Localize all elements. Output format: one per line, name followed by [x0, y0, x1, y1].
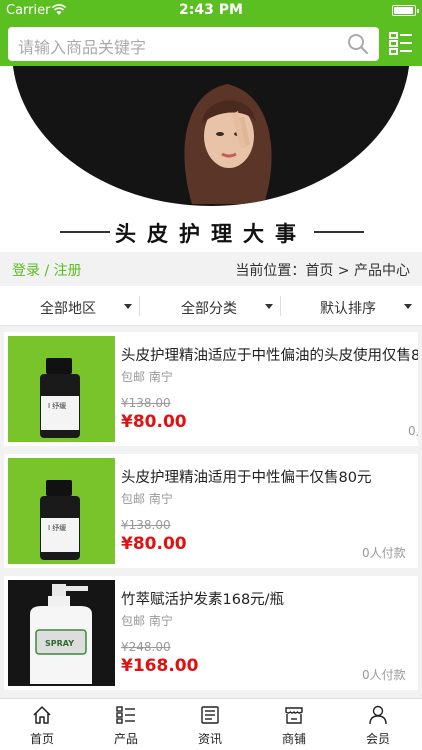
hero-banner[interactable]: 头皮护理大事 — [0, 66, 422, 252]
bottom-tab-bar: 首页 产品 资讯 商铺 会员 — [0, 698, 422, 750]
bottle-label: I 纾缓 — [48, 401, 66, 410]
product-card[interactable]: I 纾缓 头皮护理精油适应于中性偏油的头皮使用仅售80元 包邮 南宁 ¥138.… — [4, 332, 418, 446]
product-card[interactable]: I 纾缓 头皮护理精油适用于中性偏干仅售80元 包邮 南宁 ¥138.00 ¥8… — [4, 454, 418, 568]
banner-image — [12, 66, 410, 206]
user-icon — [369, 705, 387, 725]
product-image[interactable]: I 纾缓 — [8, 336, 115, 442]
product-name[interactable]: 头皮护理精油适应于中性偏油的头皮使用仅售80元 — [121, 344, 418, 365]
banner-title: 头皮护理大事 — [115, 222, 307, 246]
product-location: 包邮 南宁 — [121, 370, 173, 384]
filter-sort-label: 默认排序 — [320, 301, 376, 317]
product-name[interactable]: 头皮护理精油适用于中性偏干仅售80元 — [121, 466, 371, 487]
sold-count: 0人付款 — [408, 424, 418, 438]
sold-count: 0人付款 — [362, 668, 406, 682]
bottle-label: I 纾缓 — [48, 523, 66, 532]
conditioner-bottle-icon: SPRAY — [30, 584, 92, 684]
sale-price: ¥80.00 — [121, 412, 187, 432]
sale-price: ¥168.00 — [121, 656, 199, 676]
model-portrait — [184, 84, 272, 204]
chevron-down-icon — [124, 304, 132, 309]
original-price: ¥138.00 — [121, 518, 171, 532]
tab-stores[interactable]: 商铺 — [252, 699, 336, 750]
status-bar: Carrier 2:43 PM — [0, 0, 422, 22]
oil-bottle-icon: I 纾缓 — [40, 358, 80, 438]
bottle-label: SPRAY — [45, 639, 74, 648]
sold-count: 0人付款 — [362, 546, 406, 560]
search-placeholder: 请输入商品关键字 — [18, 38, 147, 57]
clock: 2:43 PM — [179, 2, 243, 18]
filter-category-label: 全部分类 — [181, 301, 237, 317]
tab-products[interactable]: 产品 — [84, 699, 168, 750]
store-icon — [285, 707, 303, 724]
product-image[interactable]: I 纾缓 — [8, 458, 115, 564]
tab-home-label: 首页 — [29, 732, 54, 746]
tab-home[interactable]: 首页 — [0, 699, 84, 750]
tab-stores-label: 商铺 — [281, 732, 306, 746]
filter-category[interactable]: 全部分类 — [141, 286, 281, 326]
title-rule-right — [314, 231, 364, 233]
home-icon — [33, 706, 51, 724]
product-location: 包邮 南宁 — [121, 614, 173, 628]
category-menu-icon[interactable] — [389, 31, 413, 55]
battery-icon — [392, 5, 419, 16]
original-price: ¥138.00 — [121, 396, 171, 410]
chevron-down-icon — [404, 304, 412, 309]
product-location: 包邮 南宁 — [121, 492, 173, 506]
tab-products-label: 产品 — [113, 732, 138, 746]
login-breadcrumb-bar: 登录 / 注册 当前位置：首页 > 产品中心 — [0, 252, 422, 286]
search-input[interactable]: 请输入商品关键字 — [8, 27, 379, 61]
search-icon[interactable] — [347, 33, 369, 55]
filter-sort[interactable]: 默认排序 — [282, 286, 422, 326]
tab-member[interactable]: 会员 — [336, 699, 420, 750]
product-card[interactable]: SPRAY 竹萃赋活护发素168元/瓶 包邮 南宁 ¥248.00 ¥168.0… — [4, 576, 418, 690]
product-name[interactable]: 竹萃赋活护发素168元/瓶 — [121, 588, 284, 609]
breadcrumb[interactable]: 当前位置：首页 > 产品中心 — [235, 260, 410, 280]
tab-member-label: 会员 — [365, 732, 390, 746]
filter-region-label: 全部地区 — [40, 301, 96, 317]
news-icon — [201, 706, 219, 724]
product-image[interactable]: SPRAY — [8, 580, 115, 686]
oil-bottle-icon: I 纾缓 — [40, 480, 80, 560]
filter-region[interactable]: 全部地区 — [0, 286, 140, 326]
login-register-link[interactable]: 登录 / 注册 — [12, 260, 82, 280]
original-price: ¥248.00 — [121, 640, 171, 654]
chevron-down-icon — [265, 304, 273, 309]
filter-bar: 全部地区 全部分类 默认排序 — [0, 286, 422, 326]
tab-news[interactable]: 资讯 — [168, 699, 252, 750]
sale-price: ¥80.00 — [121, 534, 187, 554]
grid-icon — [116, 706, 135, 724]
tab-news-label: 资讯 — [197, 732, 222, 746]
